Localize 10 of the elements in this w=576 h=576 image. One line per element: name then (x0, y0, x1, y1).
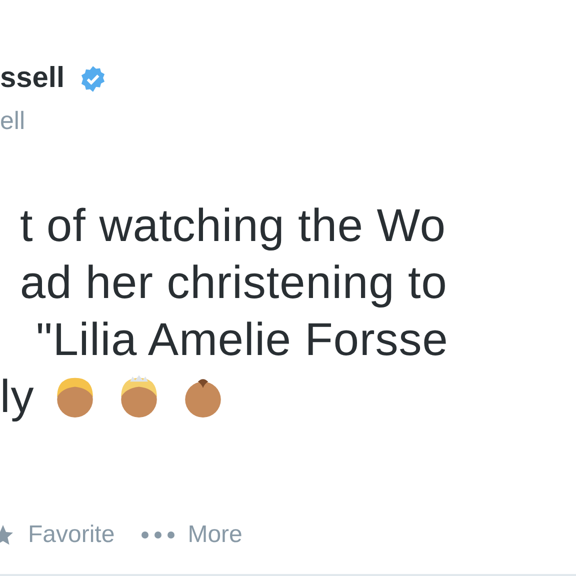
tweet-text: t of watching the Wo (20, 198, 446, 253)
tweet-text: ad her christening to (20, 255, 448, 310)
tweet-text: ly (0, 369, 34, 424)
author-handle: ell (0, 107, 26, 135)
author-name[interactable]: ssell (0, 64, 64, 93)
more-action[interactable]: More (188, 523, 242, 547)
more-icon[interactable] (140, 531, 175, 539)
star-icon[interactable] (0, 524, 16, 546)
tweet-text: "Lilia Amelie Forsse (36, 312, 448, 367)
favorite-action[interactable]: Favorite (28, 523, 115, 547)
